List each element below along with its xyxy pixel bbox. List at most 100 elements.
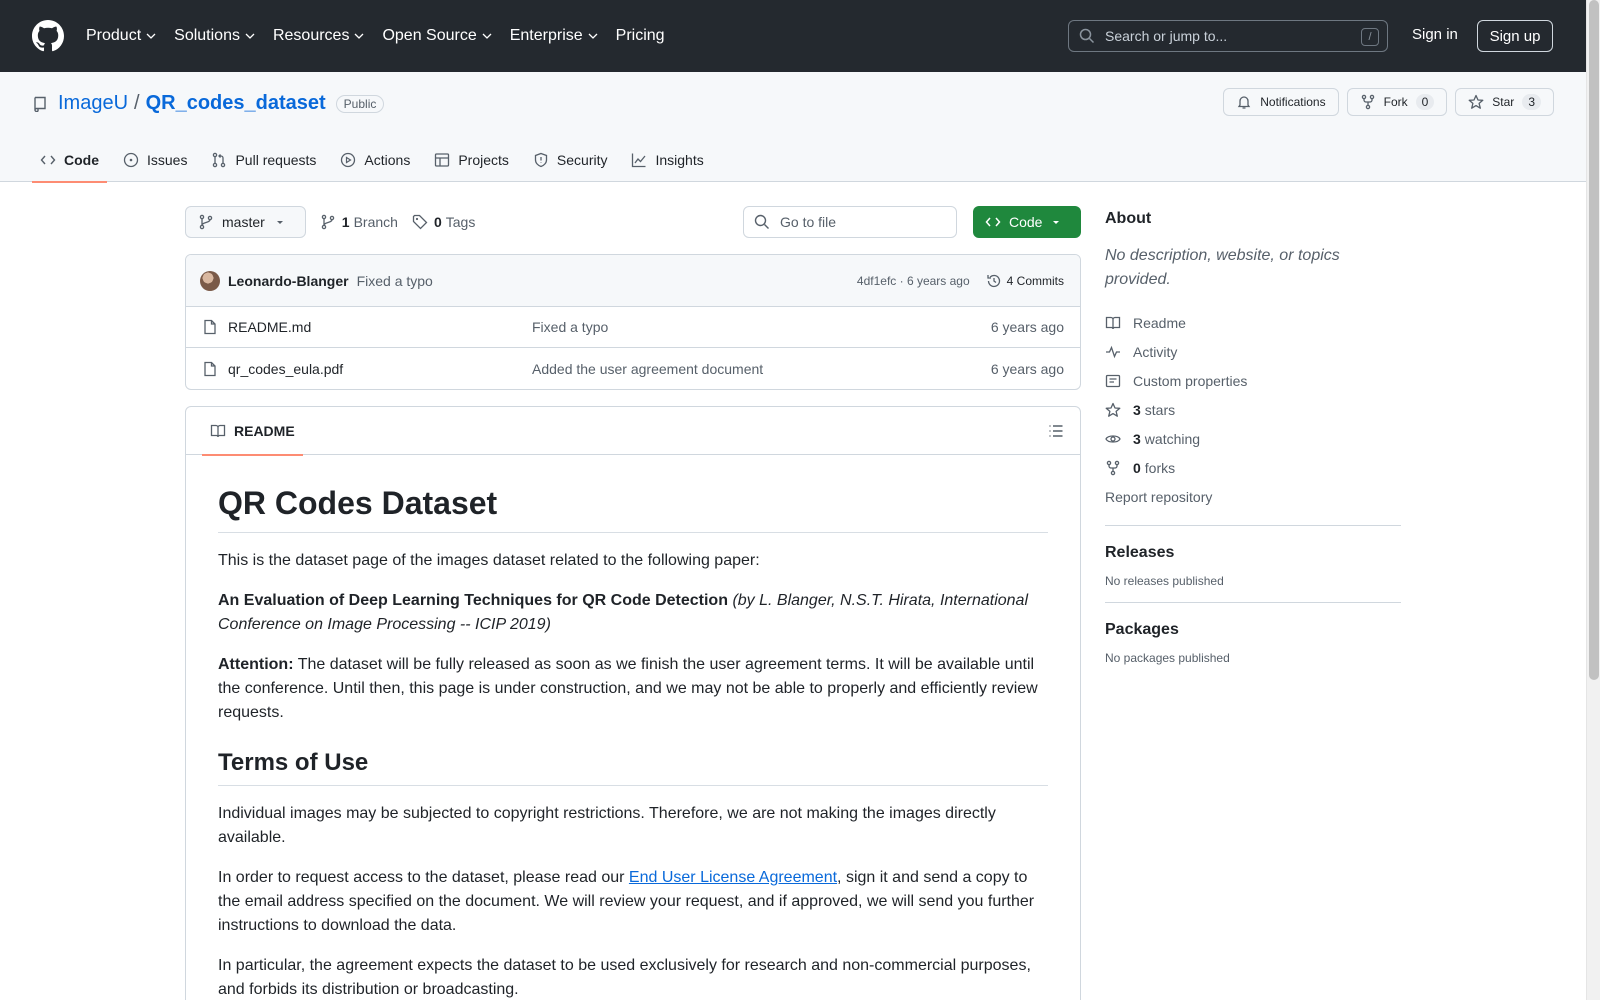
page-scrollbar[interactable]	[1586, 0, 1600, 1000]
notifications-button[interactable]: Notifications	[1223, 88, 1339, 116]
file-row[interactable]: qr_codes_eula.pdf Added the user agreeme…	[186, 348, 1080, 389]
activity-link[interactable]: Activity	[1105, 337, 1401, 366]
sign-in-link[interactable]: Sign in	[1412, 26, 1458, 43]
stars-link[interactable]: 3 stars	[1105, 395, 1401, 424]
nav-solutions[interactable]: Solutions	[174, 27, 255, 45]
readme-link[interactable]: Readme	[1105, 308, 1401, 337]
packages-heading[interactable]: Packages	[1105, 621, 1401, 639]
fork-label: Fork	[1383, 95, 1408, 109]
fork-icon	[1361, 94, 1374, 110]
eula-link[interactable]: End User License Agreement	[629, 869, 837, 886]
outline-list-icon[interactable]	[1048, 423, 1064, 439]
chevron-down-icon	[588, 33, 598, 39]
tab-security-label: Security	[556, 152, 608, 168]
branch-name: master	[222, 214, 265, 230]
repo-title: ImageU / QR_codes_dataset Public	[32, 92, 385, 115]
activity-link-label: Activity	[1133, 343, 1178, 360]
nav-product[interactable]: Product	[86, 27, 156, 45]
watching-count: 3	[1133, 430, 1141, 447]
github-logo-icon[interactable]	[32, 20, 64, 52]
code-dropdown-button[interactable]: Code	[973, 206, 1081, 238]
book-icon	[1105, 316, 1121, 329]
file-commit-message[interactable]: Added the user agreement document	[532, 361, 991, 377]
global-nav: Product Solutions Resources Open Source …	[86, 27, 683, 45]
global-search-input[interactable]: Search or jump to... /	[1068, 20, 1388, 52]
commits-history-link[interactable]: 4 Commits	[986, 273, 1064, 289]
branches-link[interactable]: 1 Branch	[320, 214, 398, 230]
scrollbar-thumb[interactable]	[1589, 0, 1599, 680]
branch-count: 1	[341, 214, 350, 230]
nav-pricing[interactable]: Pricing	[616, 27, 665, 45]
notifications-label: Notifications	[1260, 95, 1326, 109]
commit-hash-time[interactable]: 4df1efc · 6 years ago	[857, 274, 970, 288]
play-icon	[341, 152, 356, 168]
file-date: 6 years ago	[990, 319, 1064, 335]
sidebar-divider	[1105, 525, 1401, 526]
avatar[interactable]	[200, 270, 220, 291]
file-browser: Leonardo-Blanger Fixed a typo 4df1efc · …	[185, 254, 1081, 390]
commit-author-link[interactable]: Leonardo-Blanger	[228, 273, 349, 289]
nav-open-source-label: Open Source	[382, 27, 477, 44]
tab-pull-requests-label: Pull requests	[235, 152, 317, 168]
releases-heading[interactable]: Releases	[1105, 544, 1401, 562]
file-name-link[interactable]: README.md	[228, 319, 311, 335]
graph-icon	[632, 153, 646, 168]
readme-header: README	[186, 407, 1080, 456]
code-button-label: Code	[1009, 214, 1043, 230]
tags-link[interactable]: 0 Tags	[412, 214, 475, 230]
sidebar-divider	[1105, 602, 1401, 603]
nav-enterprise[interactable]: Enterprise	[510, 27, 598, 45]
terms-paragraph-1: Individual images may be subjected to co…	[218, 805, 996, 846]
star-button[interactable]: Star 3	[1455, 88, 1554, 116]
repo-owner-link[interactable]: ImageU	[58, 92, 128, 115]
repo-name-link[interactable]: QR_codes_dataset	[146, 92, 326, 115]
about-heading: About	[1105, 210, 1152, 227]
file-row[interactable]: README.md Fixed a typo 6 years ago	[186, 307, 1080, 348]
repo-icon	[34, 96, 46, 112]
nav-resources[interactable]: Resources	[273, 27, 364, 45]
global-header: Product Solutions Resources Open Source …	[0, 0, 1586, 72]
file-name-link[interactable]: qr_codes_eula.pdf	[228, 361, 343, 377]
readme-link-label: Readme	[1133, 314, 1186, 331]
note-icon	[1105, 374, 1121, 387]
tab-security[interactable]: Security	[525, 138, 616, 182]
shield-icon	[534, 152, 548, 168]
commit-message-link[interactable]: Fixed a typo	[357, 273, 433, 289]
custom-properties-link[interactable]: Custom properties	[1105, 366, 1401, 395]
forks-link[interactable]: 0 forks	[1105, 453, 1401, 482]
tab-issues[interactable]: Issues	[115, 138, 195, 182]
tag-icon	[412, 214, 428, 230]
tab-insights[interactable]: Insights	[623, 138, 711, 182]
sign-up-button[interactable]: Sign up	[1477, 20, 1553, 52]
branch-selector[interactable]: master	[185, 206, 306, 238]
terms-paragraph-2: In order to request access to the datase…	[218, 866, 1048, 938]
no-packages-text: No packages published	[1105, 651, 1230, 665]
report-repository-link[interactable]: Report repository	[1105, 482, 1401, 511]
caret-down-icon	[1053, 221, 1059, 224]
nav-enterprise-label: Enterprise	[509, 27, 583, 44]
issue-icon	[123, 152, 139, 168]
terms-paragraph-3: In particular, the agreement expects the…	[218, 957, 1031, 998]
go-to-file-placeholder: Go to file	[780, 214, 837, 230]
repo-header: ImageU / QR_codes_dataset Public Notific…	[0, 72, 1586, 183]
fork-button[interactable]: Fork 0	[1346, 88, 1448, 116]
caret-down-icon	[276, 221, 283, 224]
search-placeholder: Search or jump to...	[1105, 28, 1228, 44]
tab-actions[interactable]: Actions	[332, 138, 418, 182]
tab-pull-requests[interactable]: Pull requests	[203, 138, 324, 182]
readme-tab[interactable]: README	[202, 407, 303, 456]
tab-projects[interactable]: Projects	[426, 138, 517, 182]
go-to-file-input[interactable]: Go to file	[743, 206, 957, 238]
attention-text: The dataset will be fully released as so…	[218, 656, 1038, 721]
terms-p2-start: In order to request access to the datase…	[218, 869, 625, 886]
watching-link[interactable]: 3 watching	[1105, 424, 1401, 453]
pulse-icon	[1106, 345, 1120, 358]
stars-count: 3	[1133, 401, 1141, 418]
tab-insights-label: Insights	[655, 152, 704, 168]
latest-commit-bar: Leonardo-Blanger Fixed a typo 4df1efc · …	[186, 255, 1080, 307]
nav-open-source[interactable]: Open Source	[382, 27, 492, 45]
custom-properties-label: Custom properties	[1133, 372, 1248, 389]
watching-label: watching	[1144, 430, 1201, 447]
file-commit-message[interactable]: Fixed a typo	[532, 319, 991, 335]
tab-code[interactable]: Code	[32, 138, 107, 183]
